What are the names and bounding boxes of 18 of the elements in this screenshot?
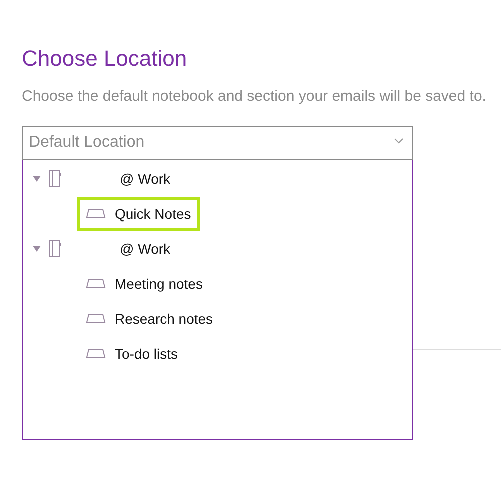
- section-item[interactable]: Research notes: [77, 302, 222, 336]
- page-title: Choose Location: [22, 46, 188, 72]
- expanded-triangle-icon[interactable]: [33, 244, 41, 252]
- notebook-icon: [49, 240, 62, 257]
- notebook-icon: [49, 170, 62, 187]
- notebook-item[interactable]: @ Work: [23, 161, 412, 196]
- section-item[interactable]: Meeting notes: [77, 266, 212, 300]
- dropdown-placeholder: Default Location: [29, 134, 145, 152]
- notebook-item[interactable]: @ Work: [23, 231, 412, 266]
- chevron-icon: [394, 138, 404, 144]
- section-tab-icon: [86, 314, 106, 323]
- expanded-triangle-icon[interactable]: [33, 174, 41, 182]
- section-tab-icon: [86, 349, 106, 358]
- section-tab-icon: [86, 279, 106, 288]
- section-tab-icon: [86, 209, 106, 218]
- description-text: Choose the default notebook and section your emails will be saved to.: [22, 87, 488, 107]
- section-item[interactable]: Quick Notes: [77, 196, 200, 230]
- section-item[interactable]: To-do lists: [77, 336, 188, 370]
